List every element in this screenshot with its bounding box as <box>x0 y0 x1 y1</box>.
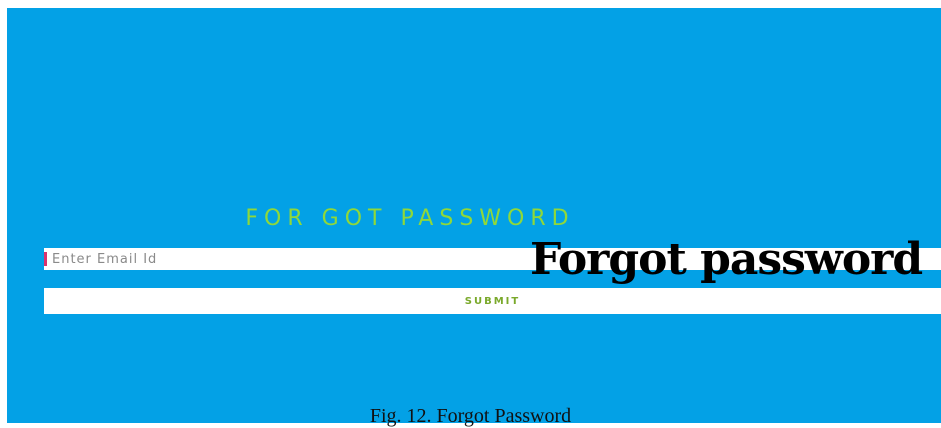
figure-caption: Fig. 12. Forgot Password <box>369 405 572 427</box>
text-cursor-icon <box>44 252 47 266</box>
page-title: FOR GOT PASSWORD <box>245 206 575 231</box>
forgot-password-screen: FOR GOT PASSWORD SUBMIT Forgot password <box>7 8 941 423</box>
overlay-label: Forgot password <box>530 234 923 285</box>
submit-button[interactable]: SUBMIT <box>44 288 941 314</box>
